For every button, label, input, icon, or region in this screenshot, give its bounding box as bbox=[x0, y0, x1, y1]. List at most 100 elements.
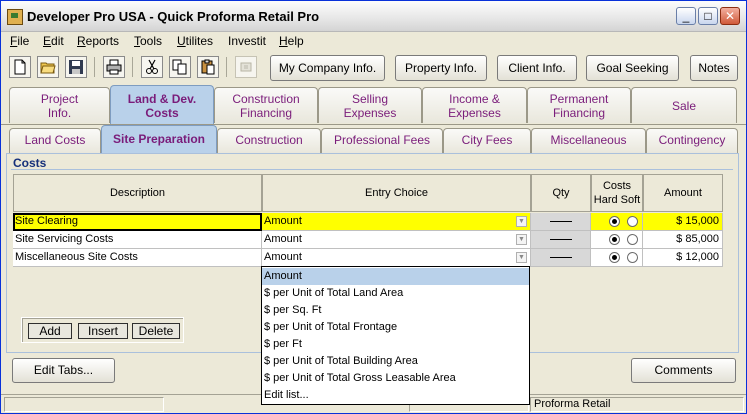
soft-cost-radio[interactable] bbox=[627, 252, 638, 263]
notes-button[interactable]: Notes bbox=[690, 55, 738, 81]
soft-cost-radio[interactable] bbox=[627, 234, 638, 245]
tab-sale[interactable]: Sale bbox=[631, 87, 737, 123]
dropdown-option[interactable]: $ per Unit of Total Frontage bbox=[262, 319, 529, 336]
amount-cell[interactable]: $ 15,000 bbox=[643, 213, 723, 231]
empty-dash bbox=[549, 256, 572, 258]
menu-bar: File Edit Reports Tools Utilites Investi… bbox=[1, 32, 746, 52]
soft-cost-radio[interactable] bbox=[627, 216, 638, 227]
menu-tools[interactable]: Tools bbox=[134, 34, 162, 48]
dropdown-option[interactable]: $ per Unit of Total Land Area bbox=[262, 285, 529, 302]
edit-tabs-button[interactable]: Edit Tabs... bbox=[12, 358, 115, 383]
save-disk-icon[interactable] bbox=[65, 56, 87, 78]
table-row[interactable]: Site Clearing Amount ▼ $ 15,000 bbox=[13, 213, 723, 231]
amount-cell[interactable]: $ 12,000 bbox=[643, 249, 723, 267]
cut-scissors-icon[interactable] bbox=[141, 56, 163, 78]
menu-help[interactable]: Help bbox=[279, 34, 304, 48]
status-pane-product: Proforma Retail bbox=[530, 397, 744, 412]
window-title: Developer Pro USA - Quick Proforma Retai… bbox=[27, 9, 320, 24]
tab-land-costs[interactable]: Land Costs bbox=[9, 128, 101, 153]
table-row[interactable]: Site Servicing Costs Amount ▼ $ 85,000 bbox=[13, 231, 723, 249]
maximize-button[interactable]: □ bbox=[698, 7, 718, 25]
tab-selling-expenses[interactable]: Selling Expenses bbox=[318, 87, 422, 123]
column-header-amount[interactable]: Amount bbox=[643, 174, 723, 212]
qty-cell bbox=[531, 249, 591, 267]
tab-miscellaneous[interactable]: Miscellaneous bbox=[531, 128, 646, 153]
toolbar-separator bbox=[226, 57, 227, 77]
tab-permanent-financing[interactable]: Permanent Financing bbox=[527, 87, 631, 123]
tab-land-dev-costs[interactable]: Land & Dev. Costs bbox=[110, 85, 214, 125]
entry-choice-cell[interactable]: Amount ▼ bbox=[262, 249, 531, 267]
dropdown-option[interactable]: Amount bbox=[262, 268, 529, 285]
description-cell[interactable]: Site Servicing Costs bbox=[13, 231, 262, 249]
tab-contingency[interactable]: Contingency bbox=[646, 128, 738, 153]
entry-choice-cell[interactable]: Amount ▼ bbox=[262, 231, 531, 249]
my-company-info-button[interactable]: My Company Info. bbox=[270, 55, 385, 81]
row-actions-group: Add Insert Delete bbox=[21, 317, 184, 343]
tab-construction-financing[interactable]: Construction Financing bbox=[214, 87, 318, 123]
amount-cell[interactable]: $ 85,000 bbox=[643, 231, 723, 249]
close-button[interactable]: ✕ bbox=[720, 7, 740, 25]
disabled-tool-icon bbox=[235, 56, 257, 78]
menu-investit[interactable]: Investit bbox=[228, 34, 266, 48]
tab-professional-fees[interactable]: Professional Fees bbox=[321, 128, 443, 153]
menu-reports[interactable]: Reports bbox=[77, 34, 119, 48]
dropdown-option[interactable]: $ per Sq. Ft bbox=[262, 302, 529, 319]
column-header-costs[interactable]: Costs Hard Soft bbox=[591, 174, 643, 212]
dropdown-option[interactable]: $ per Ft bbox=[262, 336, 529, 353]
hard-cost-radio[interactable] bbox=[609, 234, 620, 245]
entry-choice-value: Amount bbox=[264, 215, 302, 227]
minimize-button[interactable]: _ bbox=[676, 7, 696, 25]
section-divider bbox=[11, 169, 733, 170]
menu-file[interactable]: File bbox=[10, 34, 29, 48]
entry-choice-value: Amount bbox=[264, 251, 302, 263]
column-header-description[interactable]: Description bbox=[13, 174, 262, 212]
tab-project-info[interactable]: Project Info. bbox=[9, 87, 110, 123]
table-row[interactable]: Miscellaneous Site Costs Amount ▼ $ 12,00… bbox=[13, 249, 723, 267]
empty-dash bbox=[549, 238, 572, 240]
entry-choice-cell[interactable]: Amount ▼ bbox=[262, 213, 531, 231]
entry-choice-dropdown-list: Amount $ per Unit of Total Land Area $ p… bbox=[261, 266, 530, 405]
comments-button[interactable]: Comments bbox=[631, 358, 736, 383]
entry-choice-value: Amount bbox=[264, 233, 302, 245]
chevron-down-icon[interactable]: ▼ bbox=[516, 252, 527, 263]
print-icon[interactable] bbox=[103, 56, 125, 78]
hard-cost-radio[interactable] bbox=[609, 252, 620, 263]
description-cell[interactable]: Miscellaneous Site Costs bbox=[13, 249, 262, 267]
goal-seeking-button[interactable]: Goal Seeking bbox=[586, 55, 679, 81]
qty-cell bbox=[531, 213, 591, 231]
sub-tab-bar: Land Costs Site Preparation Construction… bbox=[1, 125, 746, 153]
column-header-qty[interactable]: Qty bbox=[531, 174, 591, 212]
cost-type-cell bbox=[591, 231, 643, 249]
tab-construction[interactable]: Construction bbox=[217, 128, 321, 153]
tab-city-fees[interactable]: City Fees bbox=[443, 128, 531, 153]
tab-site-preparation[interactable]: Site Preparation bbox=[101, 125, 217, 153]
main-tab-bar: Project Info. Land & Dev. Costs Constructi… bbox=[1, 85, 746, 125]
new-document-icon[interactable] bbox=[9, 56, 31, 78]
menu-utilites[interactable]: Utilites bbox=[177, 34, 213, 48]
property-info-button[interactable]: Property Info. bbox=[395, 55, 487, 81]
column-header-entry-choice[interactable]: Entry Choice bbox=[262, 174, 531, 212]
section-title: Costs bbox=[13, 156, 47, 170]
tab-income-expenses[interactable]: Income & Expenses bbox=[422, 87, 527, 123]
app-logo-icon bbox=[7, 9, 23, 25]
paste-icon[interactable] bbox=[197, 56, 219, 78]
status-pane bbox=[4, 397, 164, 412]
cost-type-cell bbox=[591, 249, 643, 267]
open-folder-icon[interactable] bbox=[37, 56, 59, 78]
client-info-button[interactable]: Client Info. bbox=[497, 55, 577, 81]
toolbar: My Company Info. Property Info. Client I… bbox=[1, 53, 746, 85]
copy-icon[interactable] bbox=[169, 56, 191, 78]
insert-row-button[interactable]: Insert bbox=[78, 323, 128, 339]
hard-cost-radio[interactable] bbox=[609, 216, 620, 227]
add-row-button[interactable]: Add bbox=[28, 323, 72, 339]
dropdown-option[interactable]: $ per Unit of Total Building Area bbox=[262, 353, 529, 370]
description-cell[interactable]: Site Clearing bbox=[13, 213, 262, 231]
chevron-down-icon[interactable]: ▼ bbox=[516, 234, 527, 245]
delete-row-button[interactable]: Delete bbox=[132, 323, 180, 339]
dropdown-option[interactable]: $ per Unit of Total Gross Leasable Area bbox=[262, 370, 529, 387]
qty-cell bbox=[531, 231, 591, 249]
toolbar-separator bbox=[94, 57, 95, 77]
dropdown-option-edit-list[interactable]: Edit list... bbox=[262, 387, 529, 404]
menu-edit[interactable]: Edit bbox=[43, 34, 64, 48]
chevron-down-icon[interactable]: ▼ bbox=[516, 216, 527, 227]
